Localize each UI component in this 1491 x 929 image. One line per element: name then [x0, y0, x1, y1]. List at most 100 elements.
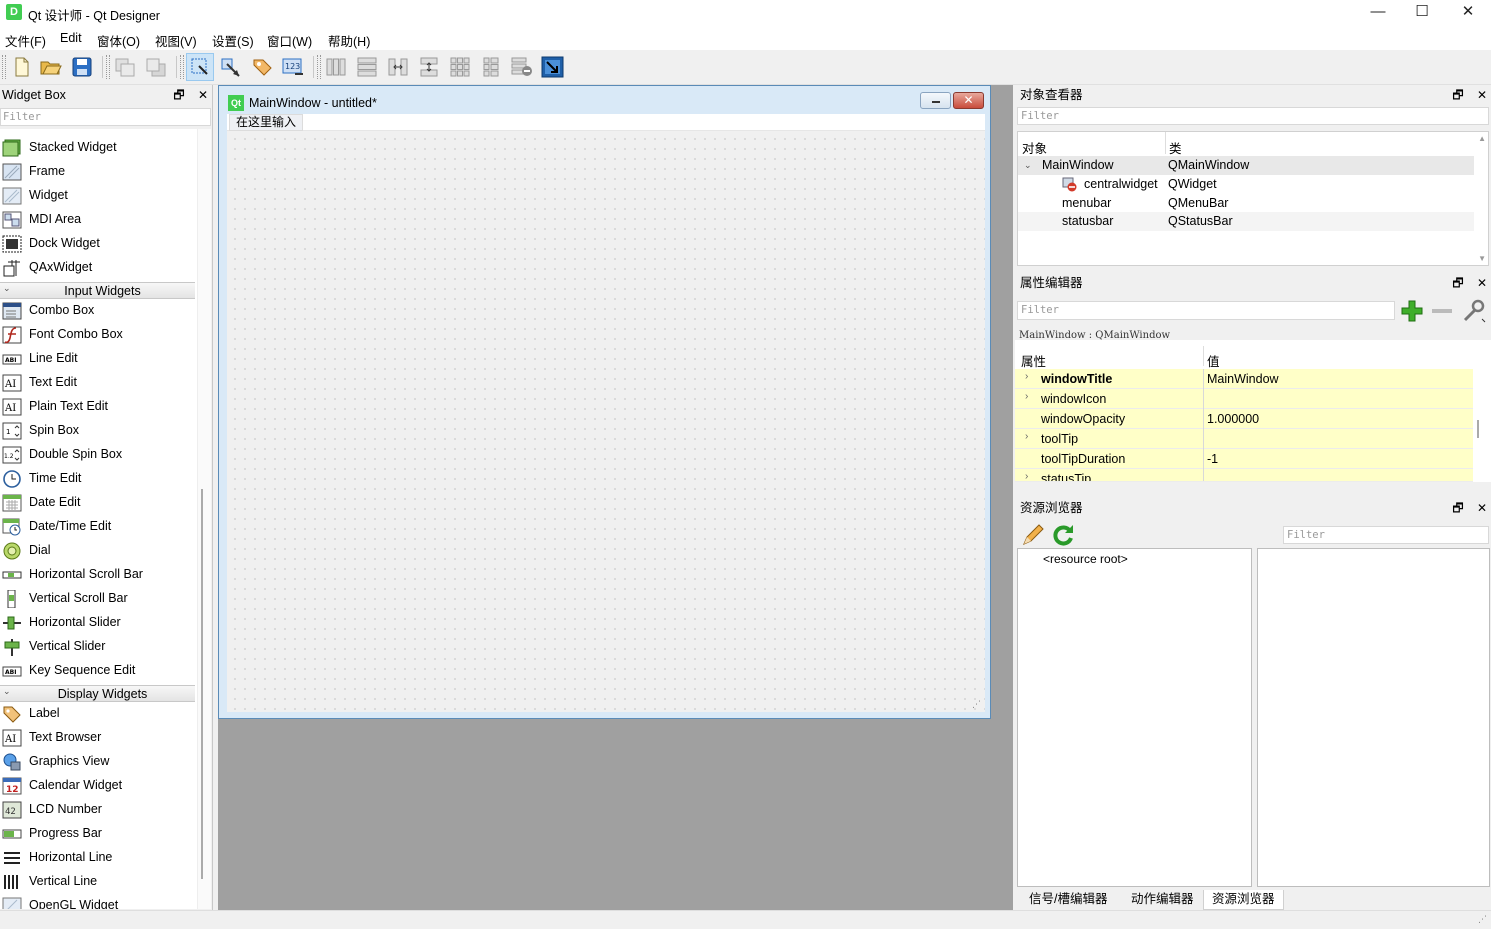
- tab-resource-browser[interactable]: 资源浏览器: [1203, 890, 1284, 910]
- close-button[interactable]: ✕: [1445, 0, 1491, 26]
- tab-action-editor[interactable]: 动作编辑器: [1123, 890, 1202, 910]
- widget-progress-bar[interactable]: Progress Bar: [0, 822, 197, 846]
- toolbar-handle[interactable]: [2, 55, 6, 79]
- layout-horizontal-icon[interactable]: [322, 53, 350, 81]
- widget-frame[interactable]: Frame: [0, 160, 197, 184]
- widget-datetime-edit[interactable]: Date/Time Edit: [0, 515, 197, 539]
- form-canvas[interactable]: ⋰: [227, 131, 985, 712]
- widget-vertical-scroll-bar[interactable]: Vertical Scroll Bar: [0, 587, 197, 611]
- tree-row-centralwidget[interactable]: centralwidget QWidget: [1018, 175, 1474, 194]
- close-icon[interactable]: ✕: [1477, 276, 1487, 290]
- widget-horizontal-line[interactable]: Horizontal Line: [0, 846, 197, 870]
- maximize-button[interactable]: ☐: [1399, 0, 1445, 26]
- menu-view[interactable]: 视图(V): [155, 31, 197, 50]
- menu-form[interactable]: 窗体(O): [97, 31, 140, 50]
- size-grip-icon[interactable]: ⋰: [1478, 914, 1487, 925]
- widget-label-item[interactable]: Label: [0, 702, 197, 726]
- widget-calendar[interactable]: 12 Calendar Widget: [0, 774, 197, 798]
- category-display-widgets[interactable]: ⌄ Display Widgets: [0, 685, 195, 702]
- edit-buddies-icon[interactable]: [248, 53, 276, 81]
- category-input-widgets[interactable]: ⌄ Input Widgets: [0, 282, 195, 299]
- property-value[interactable]: 1.000000: [1207, 412, 1259, 426]
- edit-signals-slots-icon[interactable]: [217, 53, 245, 81]
- property-row-tooltipduration[interactable]: toolTipDuration -1: [1015, 449, 1473, 469]
- widget-mdi-area[interactable]: MDI Area: [0, 208, 197, 232]
- property-scrollbar-thumb[interactable]: [1477, 420, 1479, 438]
- float-icon[interactable]: 🗗: [173, 88, 184, 102]
- property-filter-input[interactable]: Filter: [1017, 301, 1395, 320]
- save-icon[interactable]: [68, 53, 96, 81]
- open-folder-icon[interactable]: [37, 53, 65, 81]
- tree-row-mainwindow[interactable]: ⌄ MainWindow QMainWindow: [1018, 156, 1474, 175]
- configure-wrench-icon[interactable]: [1461, 299, 1487, 323]
- tab-signal-slot-editor[interactable]: 信号/槽编辑器: [1021, 890, 1115, 910]
- adjust-size-icon[interactable]: [539, 53, 567, 81]
- close-icon[interactable]: ✕: [198, 88, 208, 102]
- toolbar-handle[interactable]: [317, 55, 321, 79]
- widget-plain-text-edit[interactable]: AI Plain Text Edit: [0, 395, 197, 419]
- widget-graphics-view[interactable]: Graphics View: [0, 750, 197, 774]
- new-file-icon[interactable]: [8, 53, 36, 81]
- toolbar-handle[interactable]: [180, 55, 184, 79]
- toolbar-handle[interactable]: [106, 55, 110, 79]
- layout-vertical-icon[interactable]: [353, 53, 381, 81]
- edit-resources-pencil-icon[interactable]: [1021, 523, 1045, 547]
- reload-icon[interactable]: [1051, 523, 1075, 547]
- scrollbar-thumb[interactable]: [201, 489, 203, 879]
- widget-vertical-slider[interactable]: Vertical Slider: [0, 635, 197, 659]
- layout-grid-icon[interactable]: [446, 53, 474, 81]
- layout-splitter-vertical-icon[interactable]: [415, 53, 443, 81]
- widget-opengl-widget[interactable]: OpenGL Widget: [0, 894, 197, 909]
- property-row-tooltip[interactable]: › toolTip: [1015, 429, 1473, 449]
- bring-to-front-icon[interactable]: [111, 53, 139, 81]
- widget-date-edit[interactable]: Date Edit: [0, 491, 197, 515]
- layout-splitter-horizontal-icon[interactable]: [384, 53, 412, 81]
- form-minimize-button[interactable]: [920, 92, 951, 109]
- size-grip-icon[interactable]: ⋰: [972, 699, 981, 710]
- float-icon[interactable]: 🗗: [1452, 276, 1463, 290]
- property-value[interactable]: MainWindow: [1207, 372, 1279, 386]
- resource-filter-input[interactable]: Filter: [1283, 526, 1489, 544]
- tree-row-statusbar[interactable]: statusbar QStatusBar: [1018, 212, 1474, 231]
- widget-spin-box[interactable]: 1 Spin Box: [0, 419, 197, 443]
- remove-property-icon[interactable]: [1430, 299, 1454, 323]
- widget-key-sequence-edit[interactable]: ABI Key Sequence Edit: [0, 659, 197, 683]
- property-value[interactable]: -1: [1207, 452, 1218, 466]
- send-to-back-icon[interactable]: [142, 53, 170, 81]
- widget-text-browser[interactable]: AI Text Browser: [0, 726, 197, 750]
- scroll-down-icon[interactable]: ▼: [1478, 254, 1486, 263]
- property-row-statustip[interactable]: › statusTip: [1015, 469, 1473, 482]
- property-row-windowicon[interactable]: › windowIcon: [1015, 389, 1473, 409]
- widget-text-edit[interactable]: AI Text Edit: [0, 371, 197, 395]
- close-icon[interactable]: ✕: [1477, 88, 1487, 102]
- break-layout-icon[interactable]: [508, 53, 536, 81]
- menu-window[interactable]: 窗口(W): [267, 31, 312, 50]
- widget-box-scrollbar[interactable]: [197, 129, 211, 909]
- widget-horizontal-slider[interactable]: Horizontal Slider: [0, 611, 197, 635]
- close-icon[interactable]: ✕: [1477, 501, 1487, 515]
- edit-tab-order-icon[interactable]: 123: [279, 53, 307, 81]
- widget-vertical-line[interactable]: Vertical Line: [0, 870, 197, 894]
- float-icon[interactable]: 🗗: [1452, 501, 1463, 515]
- float-icon[interactable]: 🗗: [1452, 88, 1463, 102]
- widget-double-spin-box[interactable]: 1.2 Double Spin Box: [0, 443, 197, 467]
- widget-time-edit[interactable]: Time Edit: [0, 467, 197, 491]
- widget-dial[interactable]: Dial: [0, 539, 197, 563]
- object-filter-input[interactable]: Filter: [1017, 107, 1489, 125]
- widget-box-filter-input[interactable]: Filter: [0, 108, 211, 126]
- widget-horizontal-scroll-bar[interactable]: Horizontal Scroll Bar: [0, 563, 197, 587]
- layout-form-icon[interactable]: [477, 53, 505, 81]
- widget-line-edit[interactable]: ABI Line Edit: [0, 347, 197, 371]
- widget-widget[interactable]: Widget: [0, 184, 197, 208]
- widget-stacked-widget[interactable]: Stacked Widget: [0, 136, 197, 160]
- widget-font-combo-box[interactable]: Font Combo Box: [0, 323, 197, 347]
- type-here-menu-item[interactable]: 在这里输入: [229, 114, 304, 131]
- menu-help[interactable]: 帮助(H): [328, 31, 370, 50]
- resource-root-item[interactable]: <resource root>: [1043, 552, 1128, 566]
- scroll-up-icon[interactable]: ▲: [1478, 134, 1486, 143]
- menu-settings[interactable]: 设置(S): [212, 31, 254, 50]
- widget-dock-widget[interactable]: Dock Widget: [0, 232, 197, 256]
- form-close-button[interactable]: ✕: [953, 92, 984, 109]
- widget-lcd-number[interactable]: 42 LCD Number: [0, 798, 197, 822]
- menu-edit[interactable]: Edit: [60, 31, 82, 45]
